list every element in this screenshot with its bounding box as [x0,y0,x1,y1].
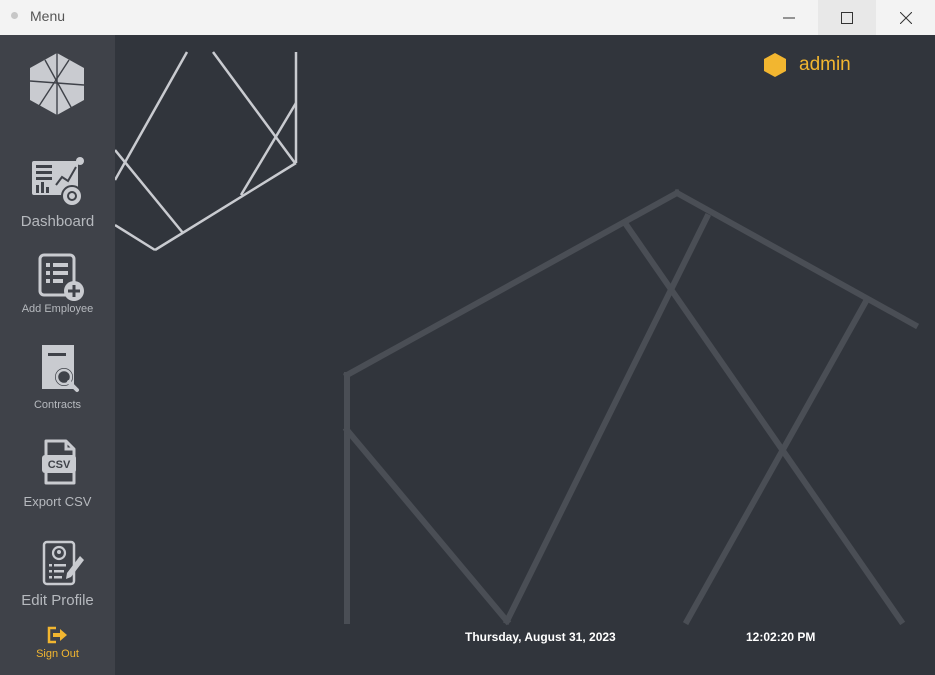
nav-export-csv-label: Export CSV [23,494,92,509]
minimize-icon [783,17,795,18]
status-time: 12:02:20 PM [746,630,816,644]
title-bar: Menu [0,0,935,35]
nav-edit-profile[interactable]: Edit Profile [0,540,115,609]
window-title: Menu [30,8,66,24]
nav-dashboard[interactable]: Dashboard [0,155,115,230]
close-icon [900,11,912,24]
dashboard-icon [31,157,84,207]
logo [29,53,85,115]
nav-export-csv[interactable]: CSV Export CSV [0,438,115,509]
csv-file-icon: CSV [41,439,76,485]
nav-edit-profile-label: Edit Profile [21,592,94,609]
nav-sign-out[interactable]: Sign Out [0,626,115,660]
contracts-search-icon [41,345,79,392]
add-employee-icon [38,253,84,301]
background-pattern [115,51,920,626]
sign-out-icon [47,626,67,644]
nav-add-employee-label: Add Employee [21,303,94,315]
nav-add-employee[interactable]: Add Employee [0,253,115,315]
minimize-button[interactable] [760,0,818,35]
nav-dashboard-label: Dashboard [20,213,95,230]
username-label: admin [799,54,851,75]
maximize-icon [841,11,853,24]
close-button[interactable] [877,0,935,35]
edit-profile-icon [42,540,84,586]
status-date: Thursday, August 31, 2023 [465,630,616,644]
nav-contracts[interactable]: Contracts [0,343,115,411]
csv-icon-text: CSV [47,459,70,471]
nav-contracts-label: Contracts [33,399,82,411]
hexagon-icon [764,53,786,77]
user-menu[interactable]: admin [763,52,851,78]
nav-sign-out-label: Sign Out [36,648,79,660]
app-window: Menu Dashboard Add Employee Contracts CS… [0,0,935,675]
app-icon [11,12,18,19]
maximize-button[interactable] [818,0,876,35]
main-content: admin Thursday, August 31, 2023 12:02:20… [115,35,935,675]
sidebar: Dashboard Add Employee Contracts CSV Exp… [0,35,115,675]
